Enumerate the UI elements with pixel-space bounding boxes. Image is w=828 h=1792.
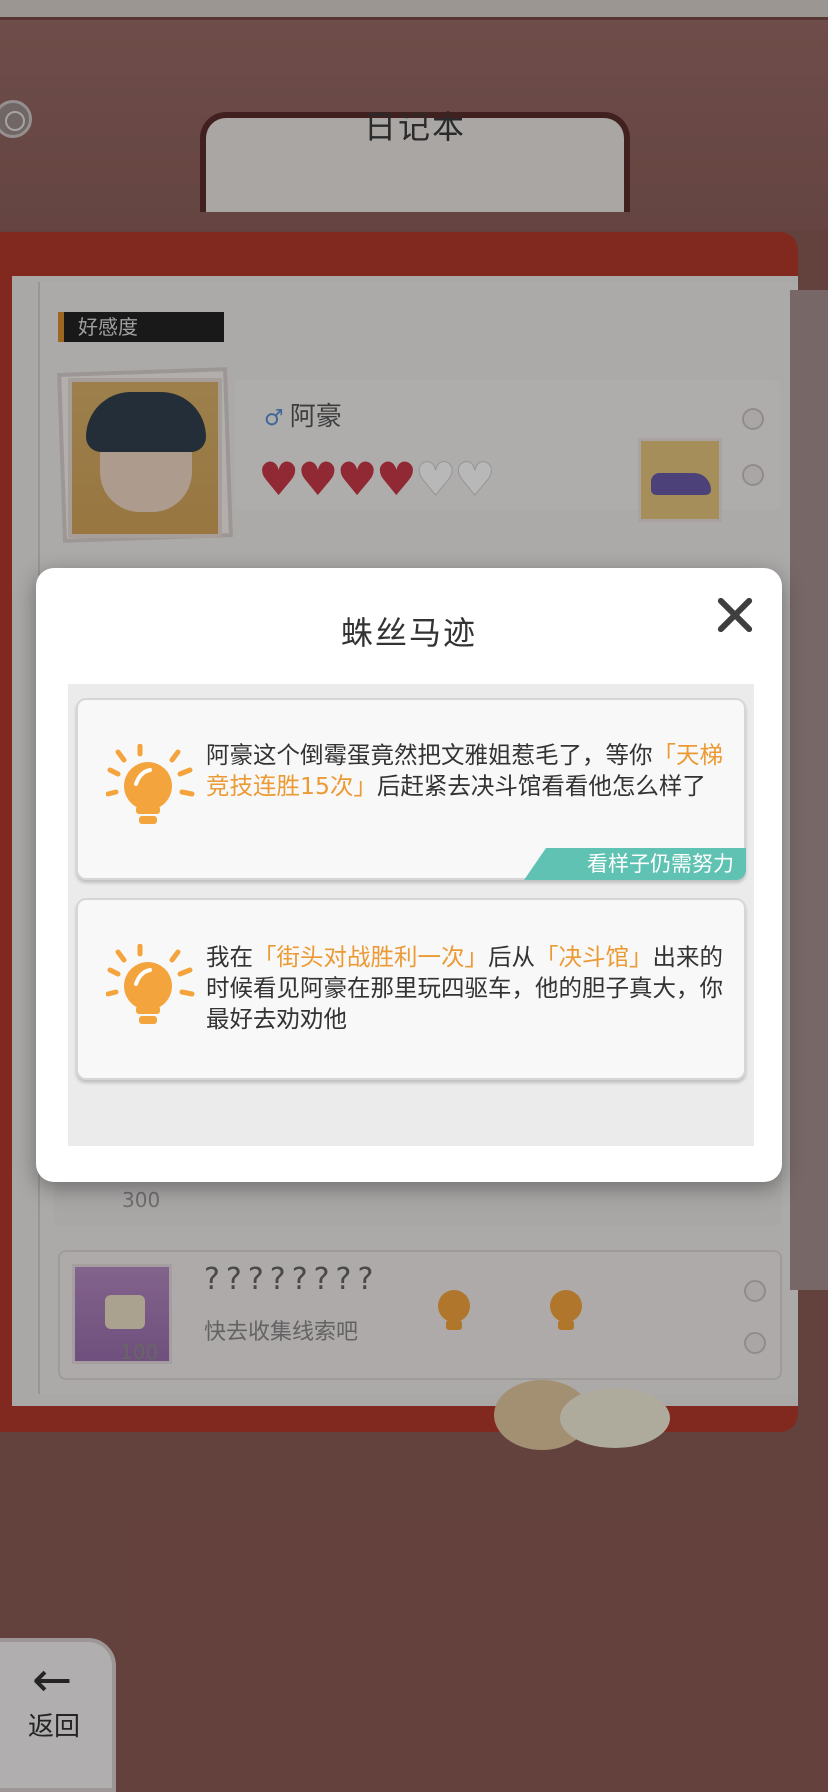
clue-text-segment: 后赶紧去决斗馆看看他怎么样了 bbox=[376, 772, 706, 800]
clue-text: 我在「街头对战胜利一次」后从「决斗馆」出来的时候看见阿豪在那里玩四驱车，他的胆子… bbox=[206, 942, 730, 1035]
highlighted-condition: 「街头对战胜利一次」 bbox=[253, 943, 488, 971]
clue-text-segment: 后从 bbox=[488, 943, 535, 971]
clue-text-segment: 我在 bbox=[206, 943, 253, 971]
clue-card: 阿豪这个倒霉蛋竟然把文雅姐惹毛了，等你「天梯竞技连胜15次」后赶紧去决斗馆看看他… bbox=[76, 698, 746, 880]
clues-modal: 蛛丝马迹 阿豪这个倒霉蛋竟然把文雅姐惹毛了，等你「天梯竞技连胜15次」后赶紧去决… bbox=[36, 568, 782, 1182]
lightbulb-icon bbox=[106, 744, 195, 824]
lightbulb-icon bbox=[106, 944, 195, 1024]
progress-badge: 看样子仍需努力 bbox=[524, 848, 746, 880]
modal-title: 蛛丝马迹 bbox=[340, 614, 477, 652]
clue-list: 阿豪这个倒霉蛋竟然把文雅姐惹毛了，等你「天梯竞技连胜15次」后赶紧去决斗馆看看他… bbox=[68, 684, 754, 1146]
clue-text-segment: 阿豪这个倒霉蛋竟然把文雅姐惹毛了，等你 bbox=[206, 741, 653, 769]
close-icon[interactable] bbox=[710, 590, 760, 640]
clue-card: 我在「街头对战胜利一次」后从「决斗馆」出来的时候看见阿豪在那里玩四驱车，他的胆子… bbox=[76, 898, 746, 1080]
highlighted-condition: 「决斗馆」 bbox=[535, 943, 653, 971]
clue-text: 阿豪这个倒霉蛋竟然把文雅姐惹毛了，等你「天梯竞技连胜15次」后赶紧去决斗馆看看他… bbox=[206, 740, 730, 802]
